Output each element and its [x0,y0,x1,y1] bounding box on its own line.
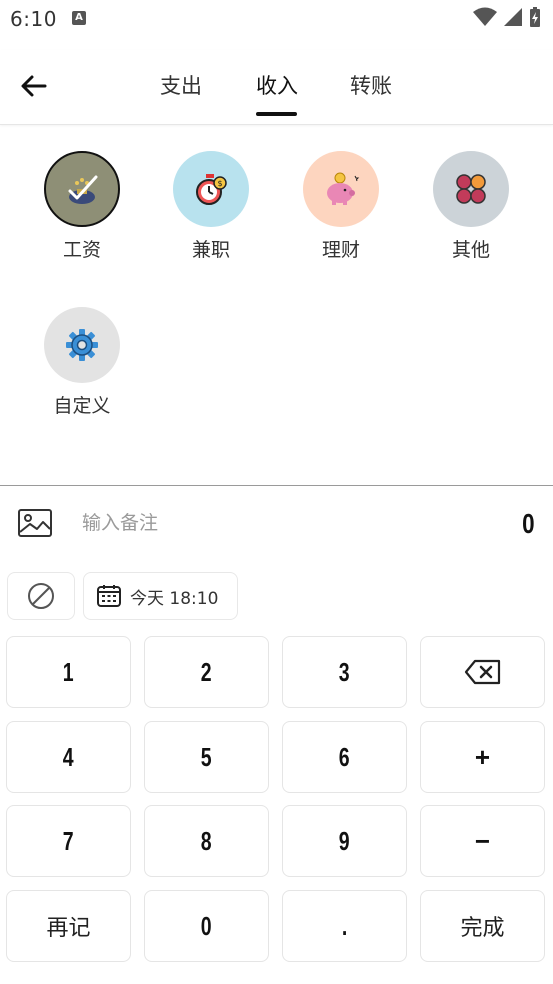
category-label: 兼职 [191,239,230,261]
key-label: 0 [201,910,212,941]
key-label: 6 [339,741,350,772]
amount-display: 0 [522,508,535,539]
date-label: 今天 18:10 [130,588,219,609]
calendar-icon [97,585,121,607]
category-grid: 工资 $ 兼职 理财 其他 自定义 [0,124,553,485]
category-label: 工资 [62,239,101,261]
note-input[interactable] [82,512,382,534]
key-decimal[interactable]: . [282,890,407,962]
key-label: − [474,825,491,856]
key-4[interactable]: 4 [6,721,131,793]
record-again-button[interactable]: 再记 [6,890,131,962]
tab-transfer[interactable]: 转账 [350,70,392,100]
key-label: 1 [63,656,74,687]
no-account-button[interactable] [7,572,75,620]
done-button[interactable]: 完成 [420,890,545,962]
category-label: 理财 [321,239,360,261]
key-label: 7 [63,825,74,856]
key-8[interactable]: 8 [144,805,269,877]
plus-key[interactable]: + [420,721,545,793]
key-6[interactable]: 6 [282,721,407,793]
four-petal-grid-icon [433,151,509,227]
key-label: 3 [339,656,350,687]
active-tab-indicator [256,112,297,116]
notification-icon: A [72,11,86,25]
header-bar: 支出 收入 转账 [0,50,553,125]
key-label: 再记 [46,916,91,941]
cell-signal-icon [504,8,522,26]
key-3[interactable]: 3 [282,636,407,708]
tab-income[interactable]: 收入 [256,70,298,100]
image-attach-icon[interactable] [17,507,53,539]
category-finance[interactable]: 理财 [286,151,396,262]
key-label: 2 [201,656,212,687]
category-other[interactable]: 其他 [416,151,526,262]
key-label: . [341,910,348,941]
note-row: 0 [0,486,553,564]
type-tabs: 支出 收入 转账 [0,50,553,124]
key-label: 完成 [460,916,505,941]
salary-icon [44,151,120,227]
key-label: 5 [201,741,212,772]
category-label: 其他 [451,239,490,261]
svg-text:$: $ [217,179,222,188]
key-label: + [474,741,491,772]
key-label: 9 [339,825,350,856]
backspace-icon [464,659,500,685]
stopwatch-coin-icon: $ [173,151,249,227]
status-icons [473,6,541,28]
wifi-icon [473,7,497,26]
backspace-key[interactable] [420,636,545,708]
key-label: 4 [63,741,74,772]
category-parttime[interactable]: $ 兼职 [156,151,266,262]
key-1[interactable]: 1 [6,636,131,708]
minus-key[interactable]: − [420,805,545,877]
gear-icon [44,307,120,383]
tab-expense[interactable]: 支出 [160,70,202,100]
battery-charging-icon [530,7,540,27]
key-0[interactable]: 0 [144,890,269,962]
date-picker-button[interactable]: 今天 18:10 [83,572,238,620]
key-label: 8 [201,825,212,856]
category-label: 自定义 [53,395,111,417]
key-5[interactable]: 5 [144,721,269,793]
key-2[interactable]: 2 [144,636,269,708]
key-7[interactable]: 7 [6,805,131,877]
status-time: 6:10 [10,7,57,31]
forbidden-icon [28,583,54,609]
category-custom[interactable]: 自定义 [27,307,137,418]
key-9[interactable]: 9 [282,805,407,877]
category-salary[interactable]: 工资 [27,151,137,262]
status-bar: 6:10 A [0,0,553,40]
piggy-bank-icon [303,151,379,227]
